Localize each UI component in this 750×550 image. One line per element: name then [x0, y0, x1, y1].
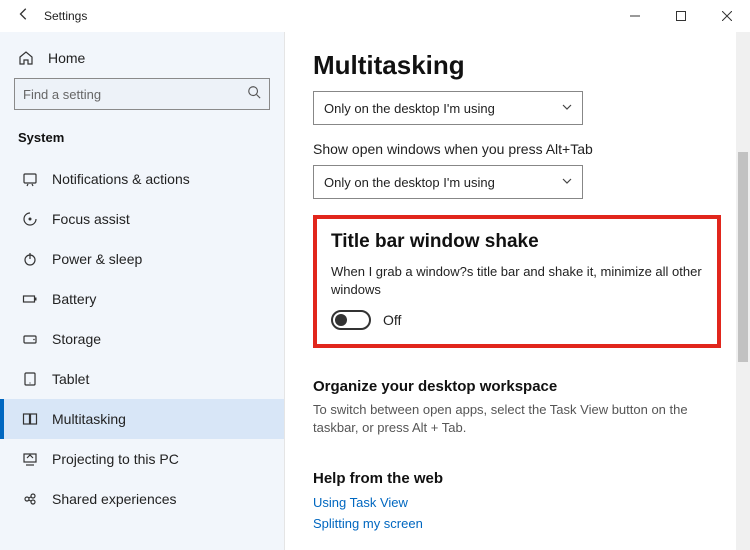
- shared-icon: [22, 491, 38, 507]
- window-title: Settings: [40, 9, 87, 23]
- content-area: Multitasking Only on the desktop I'm usi…: [285, 32, 750, 550]
- focus-icon: [22, 211, 38, 227]
- sidebar-item-battery[interactable]: Battery: [0, 279, 284, 319]
- sidebar-item-storage[interactable]: Storage: [0, 319, 284, 359]
- help-link-task-view[interactable]: Using Task View: [313, 495, 722, 510]
- page-title: Multitasking: [313, 50, 722, 81]
- highlighted-section: Title bar window shake When I grab a win…: [313, 215, 721, 348]
- sidebar-item-tablet[interactable]: Tablet: [0, 359, 284, 399]
- toggle-knob: [335, 314, 347, 326]
- workspace-body: To switch between open apps, select the …: [313, 401, 722, 436]
- projecting-icon: [22, 451, 38, 467]
- sidebar-home-label: Home: [48, 50, 85, 66]
- storage-icon: [22, 331, 38, 347]
- scrollbar-thumb[interactable]: [738, 152, 748, 362]
- sidebar-item-label: Projecting to this PC: [52, 451, 179, 467]
- sidebar-item-power[interactable]: Power & sleep: [0, 239, 284, 279]
- tablet-icon: [22, 371, 38, 387]
- sidebar-item-focus[interactable]: Focus assist: [0, 199, 284, 239]
- alt-tab-label: Show open windows when you press Alt+Tab: [313, 141, 722, 157]
- maximize-button[interactable]: [658, 0, 704, 32]
- titlebar: Settings: [0, 0, 750, 32]
- sidebar-item-label: Multitasking: [52, 411, 126, 427]
- minimize-button[interactable]: [612, 0, 658, 32]
- search-input-wrap[interactable]: [14, 78, 270, 110]
- sidebar-item-label: Power & sleep: [52, 251, 142, 267]
- help-heading: Help from the web: [313, 470, 722, 487]
- sidebar-item-shared[interactable]: Shared experiences: [0, 479, 284, 519]
- dropdown-alt-tab[interactable]: Only on the desktop I'm using: [313, 165, 583, 199]
- home-icon: [18, 50, 34, 66]
- search-icon: [247, 85, 261, 104]
- search-input[interactable]: [23, 87, 247, 102]
- sidebar-item-label: Notifications & actions: [52, 171, 190, 187]
- shake-toggle[interactable]: [331, 310, 371, 330]
- notifications-icon: [22, 171, 38, 187]
- sidebar-item-notifications[interactable]: Notifications & actions: [0, 159, 284, 199]
- power-icon: [22, 251, 38, 267]
- shake-heading: Title bar window shake: [331, 231, 703, 253]
- sidebar-item-label: Shared experiences: [52, 491, 177, 507]
- sidebar-item-label: Storage: [52, 331, 101, 347]
- sidebar-item-label: Battery: [52, 291, 96, 307]
- sidebar-item-projecting[interactable]: Projecting to this PC: [0, 439, 284, 479]
- sidebar-item-multitasking[interactable]: Multitasking: [0, 399, 284, 439]
- back-button[interactable]: [8, 7, 40, 26]
- sidebar-item-label: Tablet: [52, 371, 89, 387]
- sidebar-group-label: System: [0, 124, 284, 159]
- shake-toggle-label: Off: [383, 312, 401, 328]
- shake-description: When I grab a window?s title bar and sha…: [331, 263, 703, 298]
- dropdown-desktop-scope-1[interactable]: Only on the desktop I'm using: [313, 91, 583, 125]
- workspace-heading: Organize your desktop workspace: [313, 378, 722, 395]
- dropdown-value: Only on the desktop I'm using: [324, 175, 495, 190]
- battery-icon: [22, 291, 38, 307]
- sidebar-item-label: Focus assist: [52, 211, 130, 227]
- sidebar: Home System Notifications & actions Focus…: [0, 32, 285, 550]
- close-button[interactable]: [704, 0, 750, 32]
- chevron-down-icon: [562, 102, 572, 115]
- multitasking-icon: [22, 411, 38, 427]
- sidebar-home[interactable]: Home: [0, 40, 284, 78]
- dropdown-value: Only on the desktop I'm using: [324, 101, 495, 116]
- help-link-splitting[interactable]: Splitting my screen: [313, 516, 722, 531]
- content-scrollbar[interactable]: [736, 32, 750, 550]
- chevron-down-icon: [562, 176, 572, 189]
